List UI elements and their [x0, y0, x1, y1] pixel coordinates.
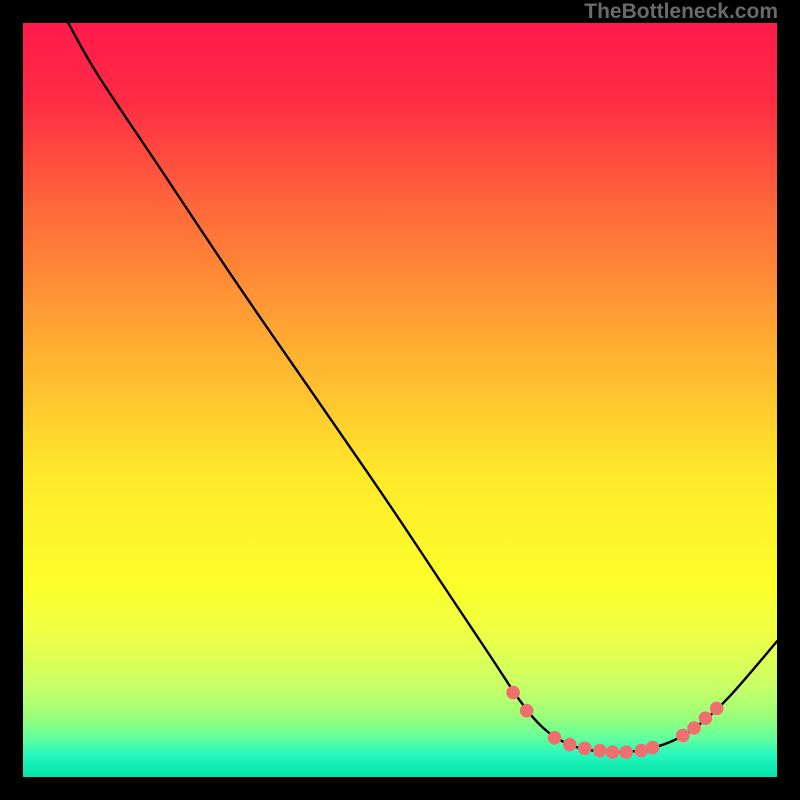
highlight-dot	[606, 745, 620, 759]
highlight-dot	[687, 721, 701, 735]
highlight-dot	[710, 702, 724, 716]
watermark-text: TheBottleneck.com	[584, 0, 778, 24]
plot-area	[23, 23, 777, 777]
highlight-dot	[699, 711, 713, 725]
highlight-dot	[676, 729, 690, 743]
gradient-background	[23, 23, 777, 777]
highlight-dot	[520, 704, 534, 718]
highlight-dot	[593, 744, 607, 758]
highlight-dot	[548, 731, 562, 745]
chart-svg	[23, 23, 777, 777]
chart-container: TheBottleneck.com	[0, 0, 800, 800]
highlight-dot	[578, 742, 592, 756]
highlight-dot	[619, 745, 633, 759]
highlight-dot	[506, 686, 520, 700]
highlight-dot	[646, 741, 660, 755]
highlight-dot	[563, 738, 577, 752]
